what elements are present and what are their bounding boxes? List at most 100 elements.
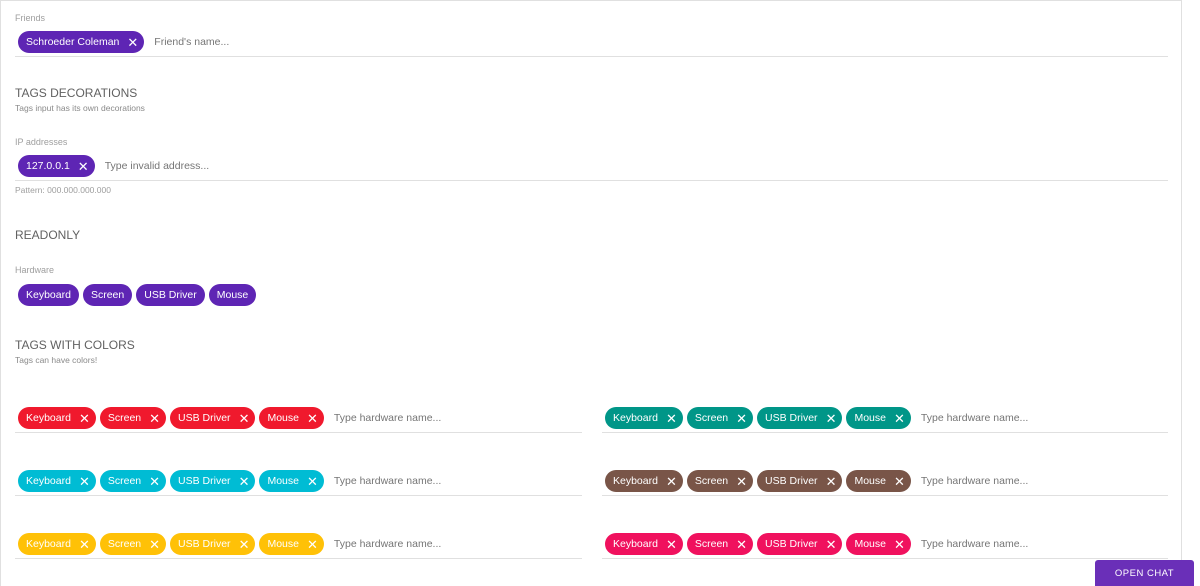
tag-label: USB Driver xyxy=(178,475,231,487)
tag-chip[interactable]: Mouse ✕ xyxy=(259,533,324,555)
colored-tag-input-brown: Keyboard ✕ Screen ✕ USB Driver ✕ Mouse ✕ xyxy=(602,467,1168,496)
tag-label: Keyboard xyxy=(613,475,658,487)
tag-chip: Screen xyxy=(82,283,133,306)
tag-label: Mouse xyxy=(854,475,886,487)
tag-chip[interactable]: 127.0.0.1 ✕ xyxy=(18,155,95,177)
section-title: TAGS DECORATIONS xyxy=(15,86,138,100)
hardware-input[interactable] xyxy=(920,475,1101,487)
tag-label: Screen xyxy=(694,538,729,550)
tag-label: Mouse xyxy=(267,412,299,424)
section-subtitle: Tags can have colors! xyxy=(15,355,98,365)
close-icon[interactable]: ✕ xyxy=(239,538,250,551)
tag-chip: Keyboard xyxy=(18,283,79,306)
tag-label: USB Driver xyxy=(765,412,818,424)
close-icon[interactable]: ✕ xyxy=(666,538,677,551)
ip-tag-input: 127.0.0.1 ✕ xyxy=(15,152,1168,181)
tag-chip[interactable]: Keyboard ✕ xyxy=(18,533,96,555)
tag-chip[interactable]: Keyboard ✕ xyxy=(18,407,96,429)
tag-chip[interactable]: USB Driver ✕ xyxy=(170,533,256,555)
tag-chip[interactable]: Screen ✕ xyxy=(99,533,167,555)
tag-label: Keyboard xyxy=(613,412,658,424)
tag-label: Keyboard xyxy=(26,412,71,424)
tag-chip[interactable]: Mouse ✕ xyxy=(846,407,911,429)
close-icon[interactable]: ✕ xyxy=(894,412,905,425)
tag-label: Keyboard xyxy=(26,538,71,550)
hardware-input[interactable] xyxy=(333,412,514,424)
tag-chip[interactable]: Keyboard ✕ xyxy=(605,533,683,555)
tag-chip[interactable]: Screen ✕ xyxy=(99,407,167,429)
hardware-input[interactable] xyxy=(920,412,1101,424)
close-icon[interactable]: ✕ xyxy=(826,538,837,551)
close-icon[interactable]: ✕ xyxy=(79,538,90,551)
tag-label: USB Driver xyxy=(178,412,231,424)
tag-chip[interactable]: Screen ✕ xyxy=(99,470,167,492)
hardware-input[interactable] xyxy=(333,538,514,550)
close-icon[interactable]: ✕ xyxy=(736,475,747,488)
open-chat-button[interactable]: OPEN CHAT xyxy=(1095,560,1194,586)
pattern-hint: Pattern: 000.000.000.000 xyxy=(15,185,111,195)
close-icon[interactable]: ✕ xyxy=(79,412,90,425)
tag-chip[interactable]: Mouse ✕ xyxy=(259,407,324,429)
tag-chip[interactable]: USB Driver ✕ xyxy=(170,407,256,429)
close-icon[interactable]: ✕ xyxy=(666,412,677,425)
close-icon[interactable]: ✕ xyxy=(666,475,677,488)
close-icon[interactable]: ✕ xyxy=(149,538,160,551)
close-icon[interactable]: ✕ xyxy=(894,538,905,551)
close-icon[interactable]: ✕ xyxy=(826,475,837,488)
section-title: READONLY xyxy=(15,228,81,242)
tag-label: Schroeder Coleman xyxy=(26,36,120,48)
tag-chip[interactable]: Schroeder Coleman ✕ xyxy=(18,31,145,53)
readonly-tag-input: Keyboard Screen USB Driver Mouse xyxy=(15,280,415,309)
tag-chip[interactable]: Screen ✕ xyxy=(686,407,754,429)
tag-chip[interactable]: Screen ✕ xyxy=(686,470,754,492)
tag-chip[interactable]: USB Driver ✕ xyxy=(757,407,843,429)
tag-chip[interactable]: Mouse ✕ xyxy=(259,470,324,492)
close-icon[interactable]: ✕ xyxy=(826,412,837,425)
tag-chip[interactable]: USB Driver ✕ xyxy=(170,470,256,492)
friends-input[interactable] xyxy=(154,36,335,48)
tag-chip[interactable]: Keyboard ✕ xyxy=(605,407,683,429)
hardware-label: Hardware xyxy=(15,265,55,275)
tag-chip[interactable]: Keyboard ✕ xyxy=(18,470,96,492)
close-icon[interactable]: ✕ xyxy=(894,475,905,488)
friends-tag-input: Schroeder Coleman ✕ xyxy=(15,28,1168,57)
tag-label: Screen xyxy=(107,412,142,424)
tag-chip[interactable]: USB Driver ✕ xyxy=(757,470,843,492)
tag-label: Mouse xyxy=(854,538,886,550)
colored-tag-input-amber: Keyboard ✕ Screen ✕ USB Driver ✕ Mouse ✕ xyxy=(15,530,582,559)
tag-chip[interactable]: Mouse ✕ xyxy=(846,533,911,555)
close-icon[interactable]: ✕ xyxy=(127,36,138,49)
tag-chip[interactable]: Keyboard ✕ xyxy=(605,470,683,492)
colored-tag-input-pink: Keyboard ✕ Screen ✕ USB Driver ✕ Mouse ✕ xyxy=(602,530,1168,559)
tag-chip[interactable]: Screen ✕ xyxy=(686,533,754,555)
close-icon[interactable]: ✕ xyxy=(79,475,90,488)
friends-label: Friends xyxy=(15,13,46,23)
tag-label: Screen xyxy=(694,412,729,424)
close-icon[interactable]: ✕ xyxy=(736,538,747,551)
colored-tag-input-teal: Keyboard ✕ Screen ✕ USB Driver ✕ Mouse ✕ xyxy=(602,404,1168,433)
close-icon[interactable]: ✕ xyxy=(78,160,89,173)
tag-chip[interactable]: USB Driver ✕ xyxy=(757,533,843,555)
close-icon[interactable]: ✕ xyxy=(239,475,250,488)
close-icon[interactable]: ✕ xyxy=(239,412,250,425)
demo-page: Friends Schroeder Coleman ✕ TAGS DECORAT… xyxy=(0,0,1182,586)
close-icon[interactable]: ✕ xyxy=(149,475,160,488)
section-subtitle: Tags input has its own decorations xyxy=(15,103,145,113)
tag-label: USB Driver xyxy=(765,538,818,550)
tag-chip: USB Driver xyxy=(136,283,205,306)
ip-input[interactable] xyxy=(104,160,285,172)
colored-tag-input-cyan: Keyboard ✕ Screen ✕ USB Driver ✕ Mouse ✕ xyxy=(15,467,582,496)
close-icon[interactable]: ✕ xyxy=(307,412,318,425)
close-icon[interactable]: ✕ xyxy=(307,475,318,488)
close-icon[interactable]: ✕ xyxy=(307,538,318,551)
tag-chip: Mouse xyxy=(208,283,257,306)
hardware-input[interactable] xyxy=(333,475,514,487)
tag-label: Mouse xyxy=(854,412,886,424)
tag-label: USB Driver xyxy=(178,538,231,550)
tag-label: Screen xyxy=(107,475,142,487)
hardware-input[interactable] xyxy=(920,538,1101,550)
close-icon[interactable]: ✕ xyxy=(736,412,747,425)
tag-chip[interactable]: Mouse ✕ xyxy=(846,470,911,492)
close-icon[interactable]: ✕ xyxy=(149,412,160,425)
tag-label: Keyboard xyxy=(26,475,71,487)
